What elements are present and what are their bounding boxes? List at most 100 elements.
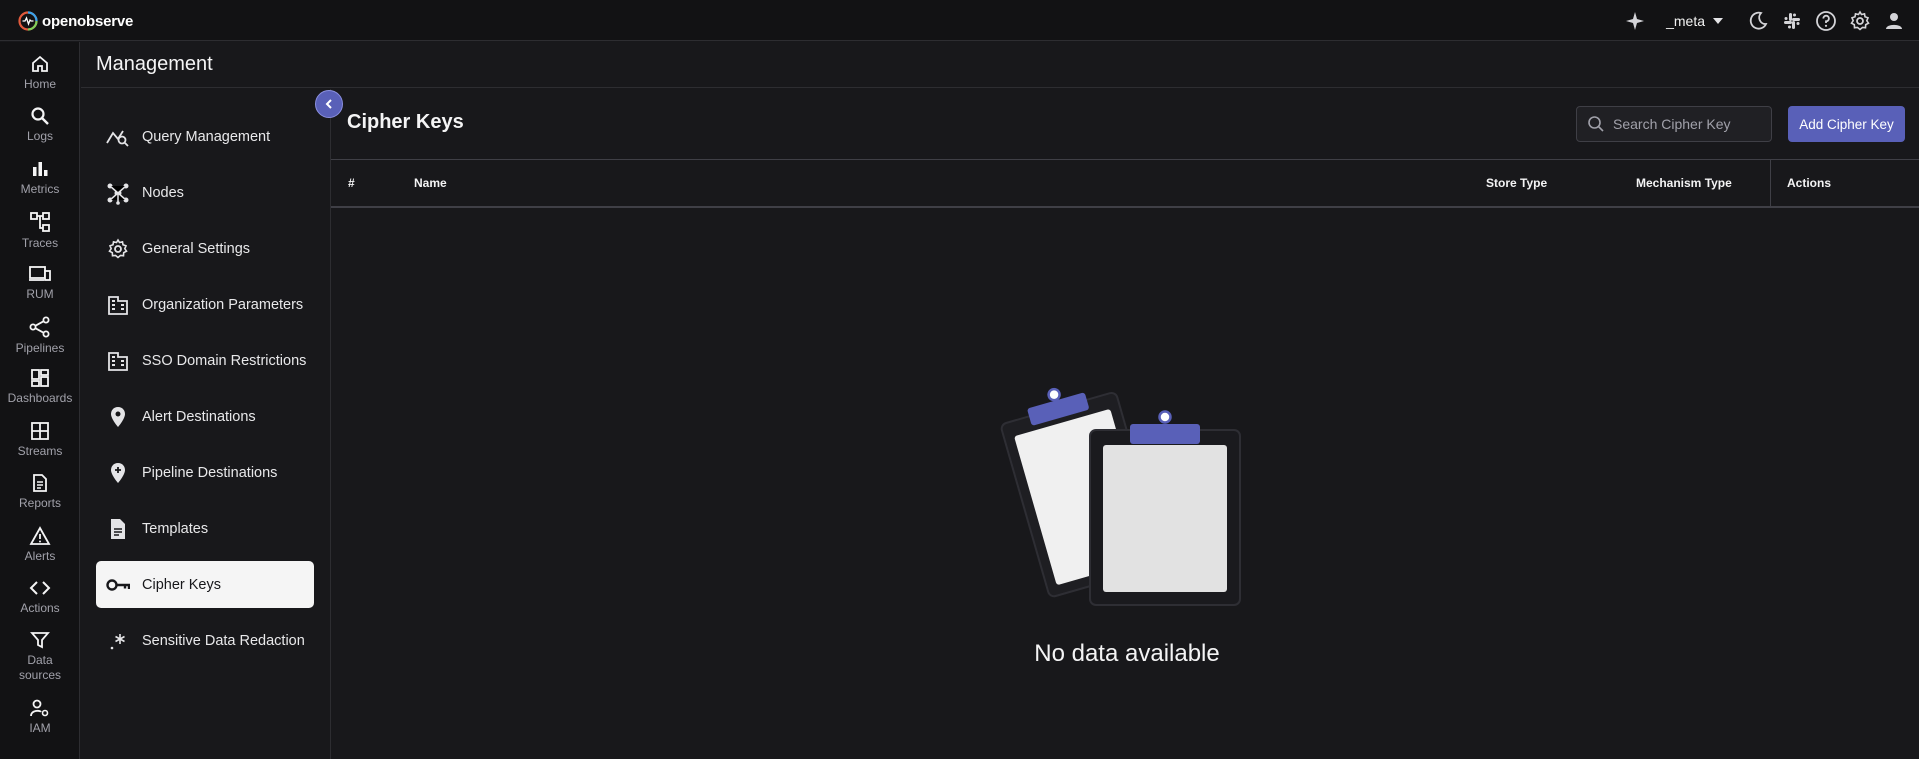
management-header: Management — [81, 42, 1919, 88]
nav-item-home[interactable]: Home — [0, 54, 80, 92]
ai-assistant-button[interactable] — [1618, 0, 1652, 41]
nav-label: Pipelines — [15, 341, 65, 355]
nav-item-rum[interactable]: RUM — [0, 264, 80, 302]
menu-item-nodes[interactable]: Nodes — [96, 169, 314, 216]
nav-item-data-sources[interactable]: Data sources — [0, 630, 80, 683]
menu-item-alert-destinations[interactable]: Alert Destinations — [96, 393, 314, 440]
theme-toggle-button[interactable] — [1741, 0, 1775, 41]
nav-item-alerts[interactable]: Alerts — [0, 526, 80, 564]
menu-item-label: Query Management — [142, 128, 271, 145]
nav-item-reports[interactable]: Reports — [0, 473, 80, 511]
menu-item-cipher-keys[interactable]: Cipher Keys — [96, 561, 314, 608]
menu-item-label: Templates — [142, 520, 209, 537]
user-icon — [1886, 12, 1902, 29]
org-selector[interactable]: _meta — [1652, 0, 1741, 41]
column-header-store-type[interactable]: Store Type — [1486, 176, 1547, 190]
file-text-icon — [111, 518, 125, 539]
menu-item-label: Cipher Keys — [142, 576, 221, 593]
clipboard-illustration-icon — [1000, 387, 1241, 606]
slack-button[interactable] — [1775, 0, 1809, 41]
search-icon — [31, 107, 49, 125]
query-icon — [106, 130, 129, 147]
search-icon — [1588, 116, 1604, 132]
filter-icon — [30, 632, 50, 649]
nav-label: IAM — [29, 721, 51, 735]
menu-item-sso-domain-restrictions[interactable]: SSO Domain Restrictions — [96, 337, 314, 384]
nodes-icon — [107, 183, 129, 205]
menu-item-general-settings[interactable]: General Settings — [96, 225, 314, 272]
location-pin-icon — [111, 406, 125, 427]
nav-item-metrics[interactable]: Metrics — [0, 159, 80, 197]
add-cipher-key-button[interactable]: Add Cipher Key — [1788, 106, 1905, 142]
collapse-sidebar-button[interactable] — [315, 90, 343, 118]
warning-icon — [29, 526, 51, 545]
menu-item-label: SSO Domain Restrictions — [142, 352, 307, 369]
sparkle-icon — [1626, 11, 1645, 30]
page-section-title: Management — [96, 53, 213, 75]
dashboard-icon — [31, 369, 49, 387]
menu-item-templates[interactable]: Templates — [96, 505, 314, 552]
brand-name: openobserve — [42, 12, 134, 30]
column-header-actions: Actions — [1787, 176, 1832, 190]
table-header: # Name Store Type Mechanism Type Actions — [331, 159, 1919, 208]
nav-label: Metrics — [20, 182, 60, 196]
main-navigation: Home Logs Metrics Traces RUM Pipelines D… — [0, 42, 80, 759]
nav-item-actions[interactable]: Actions — [0, 578, 80, 616]
nav-item-logs[interactable]: Logs — [0, 106, 80, 144]
column-header-name[interactable]: Name — [414, 176, 447, 190]
nav-label: Alerts — [24, 549, 56, 563]
search-input[interactable] — [1613, 116, 1763, 132]
menu-item-sensitive-data-redaction[interactable]: Sensitive Data Redaction — [96, 617, 314, 664]
menu-item-organization-parameters[interactable]: Organization Parameters — [96, 281, 314, 328]
nav-label: Streams — [17, 444, 63, 458]
slack-icon — [1784, 12, 1800, 29]
nav-item-dashboards[interactable]: Dashboards — [0, 368, 80, 406]
settings-icon — [1850, 9, 1870, 31]
grid-icon — [31, 422, 49, 440]
openobserve-logo-icon — [18, 11, 38, 31]
nav-label: Reports — [18, 496, 62, 510]
nav-item-iam[interactable]: IAM — [0, 698, 80, 736]
nav-label: Actions — [20, 601, 60, 615]
nav-label: Home — [23, 77, 56, 91]
column-divider — [1770, 160, 1771, 207]
caret-down-icon — [1713, 17, 1723, 24]
page-title: Cipher Keys — [347, 111, 464, 133]
document-icon — [33, 474, 47, 492]
building-icon — [108, 351, 128, 371]
nav-item-streams[interactable]: Streams — [0, 421, 80, 459]
home-icon — [32, 55, 48, 72]
menu-item-label: General Settings — [142, 240, 251, 257]
menu-item-label: Organization Parameters — [142, 296, 304, 313]
settings-button[interactable] — [1843, 0, 1877, 41]
app-logo[interactable]: openobserve — [18, 11, 133, 31]
nav-label: Data sources — [18, 653, 62, 682]
nav-item-traces[interactable]: Traces — [0, 211, 80, 251]
empty-state-message: No data available — [1034, 640, 1220, 667]
column-header-mechanism-type[interactable]: Mechanism Type — [1636, 176, 1732, 190]
help-button[interactable] — [1809, 0, 1843, 41]
asterisk-icon — [110, 633, 125, 649]
bar-chart-icon — [33, 162, 48, 176]
nav-label: RUM — [26, 287, 54, 301]
empty-state-illustration — [1000, 375, 1260, 615]
building-icon — [108, 295, 128, 315]
moon-icon — [1749, 11, 1768, 30]
menu-item-label: Alert Destinations — [142, 408, 256, 425]
menu-item-query-management[interactable]: Query Management — [96, 113, 314, 160]
search-field[interactable] — [1576, 106, 1772, 142]
column-header-index[interactable]: # — [348, 176, 355, 190]
menu-item-label: Pipeline Destinations — [142, 464, 278, 481]
menu-item-label: Sensitive Data Redaction — [142, 632, 305, 649]
user-gear-icon — [30, 699, 49, 717]
location-pin-plus-icon — [111, 462, 125, 483]
nav-item-pipelines[interactable]: Pipelines — [0, 316, 80, 356]
nav-label: Traces — [21, 236, 59, 250]
nav-label: Logs — [26, 129, 54, 143]
user-menu-button[interactable] — [1877, 0, 1911, 41]
nav-label: Dashboards — [7, 391, 73, 405]
share-icon — [29, 316, 50, 338]
menu-item-pipeline-destinations[interactable]: Pipeline Destinations — [96, 449, 314, 496]
key-icon — [106, 578, 130, 591]
code-icon — [29, 581, 51, 595]
